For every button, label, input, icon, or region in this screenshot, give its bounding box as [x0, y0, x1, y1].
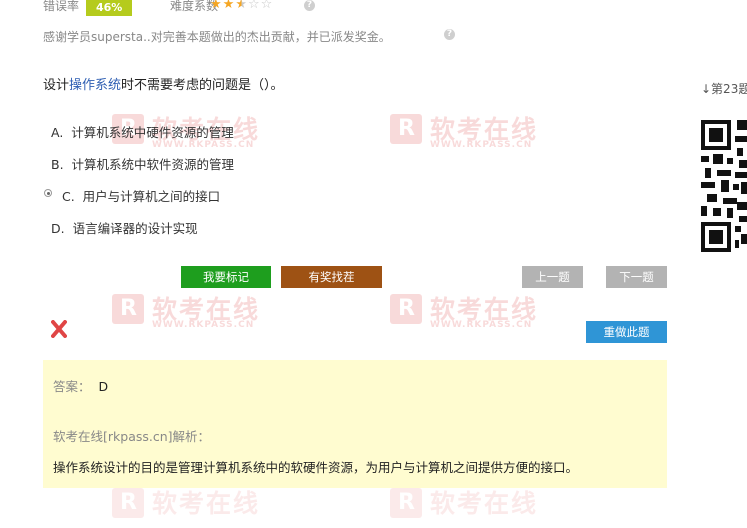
option-a[interactable]: A. 计算机系统中硬件资源的管理: [51, 122, 234, 141]
qr-code-icon: [701, 120, 747, 252]
thanks-text: 感谢学员supersta..对完善本题做出的杰出贡献，并已派发奖金。: [43, 30, 391, 44]
option-b[interactable]: B. 计算机系统中软件资源的管理: [51, 154, 234, 173]
watermark: 软考在线 WWW.RKPASS.CN: [390, 294, 550, 334]
wrong-x-icon: [51, 320, 67, 338]
next-question-button[interactable]: 下一题: [606, 266, 667, 288]
answer-label: 答案：: [53, 379, 91, 394]
question-circle-icon[interactable]: ?: [444, 29, 455, 40]
answer-row: 答案： D: [53, 376, 108, 395]
star-full-icon: ★★: [210, 0, 236, 12]
analysis-label: 软考在线[rkpass.cn]解析：: [53, 429, 211, 444]
jump-to-question-link[interactable]: ↓第23题: [701, 80, 747, 97]
analysis-text: 操作系统设计的目的是管理计算机系统中的软硬件资源，为用户与计算机之间提供方便的接…: [53, 460, 579, 475]
option-d[interactable]: D. 语言编译器的设计实现: [51, 218, 198, 237]
answer-value: D: [98, 379, 109, 394]
question-suffix: 时不需要考虑的问题是（）。: [121, 78, 284, 93]
star-empty-icon: ☆☆: [247, 0, 274, 12]
mark-button[interactable]: 我要标记: [181, 266, 271, 288]
watermark: 软考在线: [390, 488, 550, 528]
question-text: 设计操作系统时不需要考虑的问题是（）。: [43, 74, 284, 93]
watermark: 软考在线 WWW.RKPASS.CN: [390, 114, 550, 154]
watermark: 软考在线 WWW.RKPASS.CN: [112, 294, 272, 334]
watermark-logo-icon: [390, 488, 422, 518]
watermark-logo-icon: [390, 294, 422, 324]
difficulty-stars: ★★★☆☆: [210, 0, 273, 12]
option-c[interactable]: C. 用户与计算机之间的接口: [62, 186, 220, 205]
star-half-icon: ★: [235, 0, 248, 12]
question-link[interactable]: 操作系统: [69, 78, 121, 93]
watermark-logo-icon: [112, 294, 144, 324]
option-c-radio[interactable]: [44, 189, 52, 197]
watermark: 软考在线: [112, 488, 272, 528]
watermark-logo-icon: [112, 488, 144, 518]
question-circle-icon[interactable]: ?: [304, 0, 315, 11]
error-rate-badge: 46%: [86, 0, 133, 16]
prev-question-button[interactable]: 上一题: [522, 266, 583, 288]
error-rate-label: 错误率: [43, 0, 80, 13]
question-prefix: 设计: [43, 78, 70, 93]
watermark-logo-icon: [390, 114, 422, 144]
redo-button[interactable]: 重做此题: [586, 321, 667, 343]
report-error-button[interactable]: 有奖找茬: [281, 266, 382, 288]
